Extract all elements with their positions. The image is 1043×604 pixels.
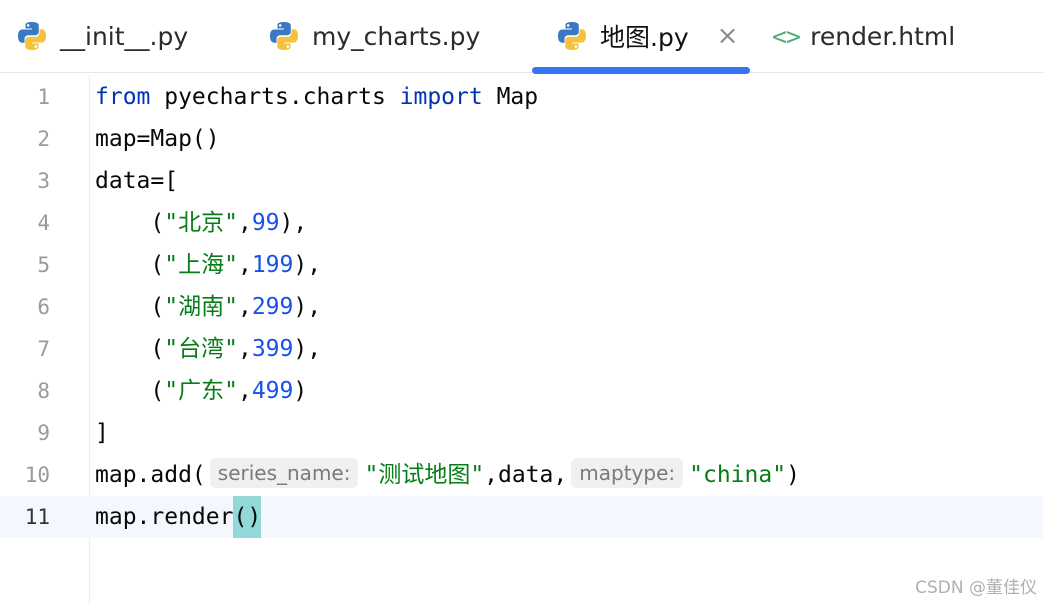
code-text: ("湖南",299), — [95, 286, 321, 328]
code-token: ] — [95, 420, 109, 446]
keyword-token: from — [95, 84, 151, 110]
line-number: 5 — [37, 253, 50, 277]
code-token: , — [237, 252, 252, 278]
code-text: data=[ — [95, 160, 178, 202]
string-token: "台湾" — [164, 336, 238, 362]
tab-label: render.html — [810, 21, 956, 51]
code-text: ("上海",199), — [95, 244, 321, 286]
code-token: ( — [95, 210, 165, 236]
code-text: map.render() — [95, 496, 262, 538]
string-token: "测试地图" — [364, 462, 485, 488]
watermark: CSDN @董佳仪 — [915, 578, 1037, 598]
line-number: 11 — [24, 505, 50, 529]
code-token: ( — [95, 252, 165, 278]
tab-render-html[interactable]: <> render.html — [772, 0, 955, 72]
code-token: ) — [786, 462, 800, 488]
string-token: "上海" — [164, 252, 238, 278]
line-number: 8 — [37, 379, 50, 403]
line-number: 3 — [37, 169, 50, 193]
code-token: ( — [95, 294, 165, 320]
code-line[interactable]: 2 map=Map() — [0, 118, 1043, 160]
code-line[interactable]: 4 ("北京",99), — [0, 202, 1043, 244]
tab-init-py[interactable]: __init__.py — [16, 0, 188, 72]
code-token: ), — [293, 252, 322, 278]
tab-my-charts-py[interactable]: my_charts.py — [268, 0, 480, 72]
code-token: ), — [293, 336, 322, 362]
code-token: ( — [95, 378, 165, 404]
code-line[interactable]: 8 ("广东",499) — [0, 370, 1043, 412]
line-number: 7 — [37, 337, 50, 361]
number-token: 199 — [251, 252, 294, 278]
string-token: "湖南" — [164, 294, 238, 320]
code-token: data=[ — [95, 168, 179, 194]
code-token: Map — [482, 84, 539, 110]
code-token: , — [237, 294, 252, 320]
line-number: 9 — [37, 421, 50, 445]
code-token: ,data, — [484, 462, 568, 488]
number-token: 99 — [251, 210, 280, 236]
string-token: "广东" — [164, 378, 238, 404]
code-line[interactable]: 5 ("上海",199), — [0, 244, 1043, 286]
tab-label: my_charts.py — [312, 21, 481, 51]
code-line[interactable]: 1 from pyecharts.charts import Map — [0, 76, 1043, 118]
code-token: map=Map() — [95, 126, 220, 152]
parameter-hint: series_name: — [209, 458, 359, 488]
code-token: , — [237, 210, 252, 236]
ide-window: __init__.py my_charts.py 地图.py × <> rend… — [0, 0, 1043, 604]
code-token: ) — [293, 378, 308, 404]
keyword-token: import — [399, 84, 483, 110]
line-number: 6 — [37, 295, 50, 319]
code-line[interactable]: 9] — [0, 412, 1043, 454]
editor-tab-bar: __init__.py my_charts.py 地图.py × <> rend… — [0, 0, 1043, 74]
number-token: 399 — [251, 336, 294, 362]
code-token: ), — [279, 210, 308, 236]
python-icon — [16, 20, 48, 52]
tab-label: 地图.py — [600, 23, 689, 52]
parameter-hint: maptype: — [571, 458, 684, 488]
code-line[interactable]: 11 map.render() — [0, 496, 1043, 538]
python-icon — [556, 20, 588, 52]
code-token: ), — [293, 294, 322, 320]
code-line[interactable]: 6 ("湖南",299), — [0, 286, 1043, 328]
code-token: ( — [95, 336, 165, 362]
code-token: pyecharts.charts — [150, 84, 400, 110]
code-text: map=Map() — [95, 118, 220, 160]
tab-label: __init__.py — [60, 21, 189, 51]
html-tag-icon: <> — [772, 21, 801, 51]
line-number: 2 — [37, 127, 50, 151]
line-number: 1 — [37, 85, 50, 109]
python-icon — [268, 20, 300, 52]
code-token: , — [237, 336, 252, 362]
line-number: 4 — [37, 211, 50, 235]
code-text: ("北京",99), — [95, 202, 307, 244]
close-icon[interactable]: × — [717, 21, 739, 51]
code-text: from pyecharts.charts import Map — [95, 76, 538, 118]
string-token: "china" — [689, 462, 787, 488]
active-tab-indicator — [532, 67, 750, 74]
code-text: ("台湾",399), — [95, 328, 321, 370]
code-token: map.add( — [95, 462, 206, 488]
number-token: 499 — [251, 378, 294, 404]
code-line[interactable]: 7 ("台湾",399), — [0, 328, 1043, 370]
bracket-match-highlight: () — [233, 496, 262, 538]
code-editor[interactable]: 1 from pyecharts.charts import Map 2 map=Ma… — [0, 75, 1043, 604]
line-number: 10 — [24, 463, 50, 487]
code-line[interactable]: 3 data=[ — [0, 160, 1043, 202]
string-token: "北京" — [164, 210, 238, 236]
code-token: map.render — [95, 504, 234, 530]
tab-map-py[interactable]: 地图.py × — [556, 0, 738, 72]
number-token: 299 — [251, 294, 294, 320]
code-text: ] — [95, 412, 109, 454]
code-line[interactable]: 10 map.add(series_name: "测试地图",data, maptyp… — [0, 454, 1043, 496]
code-text: ("广东",499) — [95, 370, 307, 412]
code-text: map.add(series_name: "测试地图",data, maptype:… — [95, 454, 800, 496]
code-token: , — [237, 378, 252, 404]
